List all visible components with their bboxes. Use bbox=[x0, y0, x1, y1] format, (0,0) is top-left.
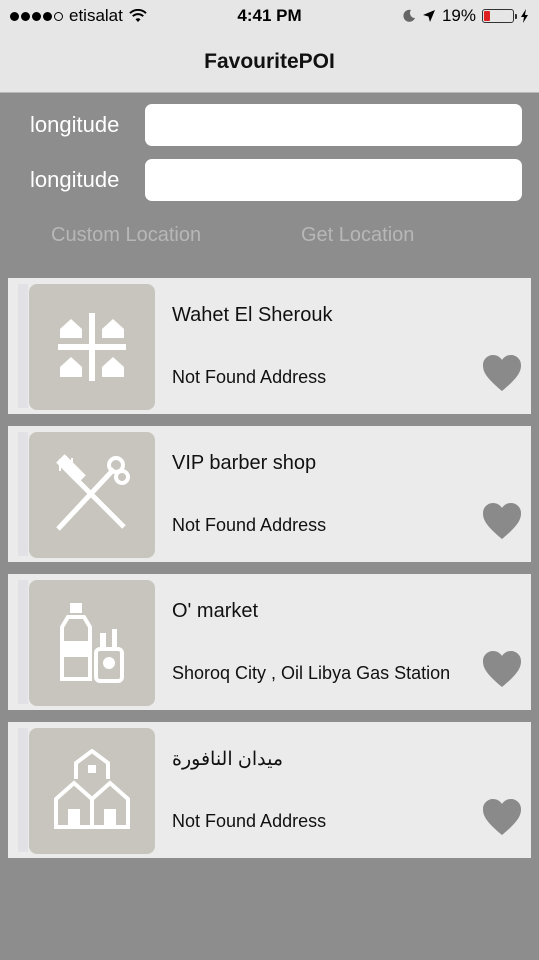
status-right: 19% bbox=[402, 6, 529, 26]
poi-thumbnail bbox=[29, 432, 155, 558]
longitude-input-1[interactable] bbox=[145, 104, 522, 146]
poi-thumbnail bbox=[29, 728, 155, 854]
poi-address: Not Found Address bbox=[172, 811, 327, 831]
charging-bolt-icon bbox=[521, 9, 528, 23]
poi-card[interactable]: O' market Shoroq City , Oil Libya Gas St… bbox=[8, 574, 531, 710]
longitude-label-2: longitude bbox=[30, 167, 120, 192]
longitude-label-1: longitude bbox=[30, 112, 120, 137]
houses-quadrant-icon bbox=[58, 313, 126, 381]
poi-card[interactable]: VIP barber shop Not Found Address bbox=[8, 426, 531, 562]
heart-icon[interactable] bbox=[482, 650, 522, 688]
heart-icon[interactable] bbox=[482, 798, 522, 836]
longitude-field-row-1: longitude bbox=[0, 104, 539, 146]
status-bar: etisalat 4:41 PM 19% bbox=[0, 0, 539, 32]
longitude-field-row-2: longitude bbox=[0, 159, 539, 201]
poi-thumbnail bbox=[29, 580, 155, 706]
poi-address: Shoroq City , Oil Libya Gas Station bbox=[172, 663, 451, 683]
page-title: FavouritePOI bbox=[204, 50, 335, 73]
moon-icon bbox=[403, 9, 415, 22]
battery-percent: 19% bbox=[441, 6, 476, 25]
houses-cluster-icon bbox=[54, 749, 130, 829]
battery-icon bbox=[482, 9, 517, 23]
comb-scissors-icon bbox=[56, 454, 130, 531]
poi-name: ميدان النافورة bbox=[172, 749, 284, 770]
poi-address: Not Found Address bbox=[172, 515, 327, 535]
poi-address: Not Found Address bbox=[172, 367, 327, 387]
poi-card[interactable]: Wahet El Sherouk Not Found Address bbox=[8, 278, 531, 414]
bottle-lighter-icon bbox=[60, 603, 124, 683]
heart-icon[interactable] bbox=[482, 354, 522, 392]
get-location-button[interactable]: Get Location bbox=[301, 224, 414, 247]
poi-name: O' market bbox=[172, 600, 259, 622]
navigation-bar: FavouritePOI bbox=[0, 32, 539, 93]
poi-thumbnail bbox=[29, 284, 155, 410]
poi-card[interactable]: ميدان النافورة Not Found Address bbox=[8, 722, 531, 858]
heart-icon[interactable] bbox=[482, 502, 522, 540]
custom-location-button[interactable]: Custom Location bbox=[51, 224, 201, 247]
poi-name: VIP barber shop bbox=[172, 452, 317, 474]
location-arrow-icon bbox=[422, 10, 435, 22]
poi-name: Wahet El Sherouk bbox=[172, 304, 333, 326]
longitude-input-2[interactable] bbox=[145, 159, 522, 201]
